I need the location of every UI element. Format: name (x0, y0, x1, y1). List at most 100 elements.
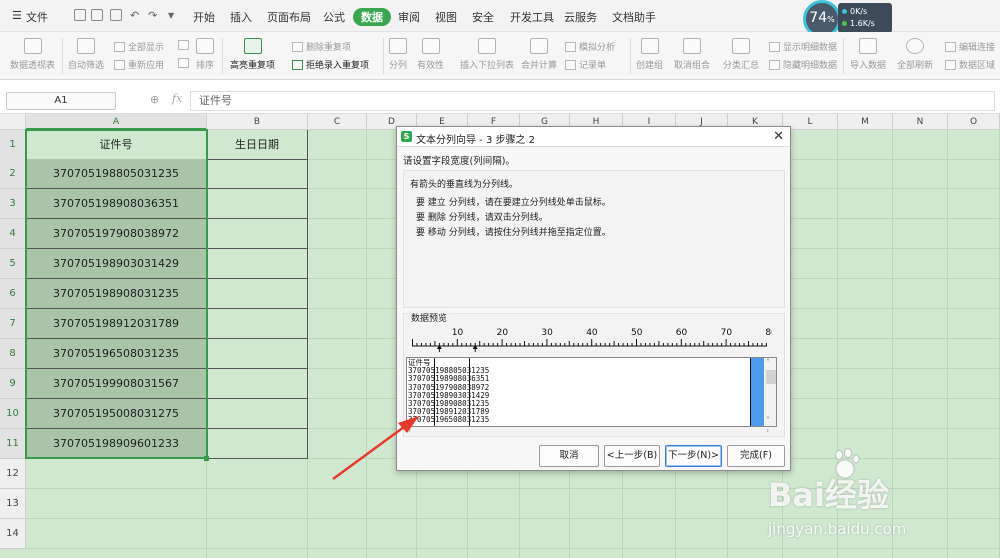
simulate-button[interactable]: 模拟分析 (565, 40, 615, 53)
tab-home[interactable]: 开始 (193, 9, 215, 25)
fx-icon[interactable]: fx (172, 92, 182, 105)
scroll-up-icon[interactable]: ˄ (766, 358, 770, 367)
column-ruler[interactable]: 10 20 30 40 50 60 70 80 (412, 326, 777, 352)
redo-icon[interactable]: ↷ (148, 9, 157, 22)
row-header-2[interactable]: 2 (0, 159, 26, 189)
file-menu[interactable]: 文件 (26, 9, 48, 25)
row-header-9[interactable]: 9 (0, 369, 26, 399)
import-data-button[interactable]: 导入数据 (850, 38, 886, 71)
tab-view[interactable]: 视图 (435, 9, 457, 25)
menu-icon[interactable]: ☰ (12, 9, 22, 22)
create-group-button[interactable]: 创建组 (636, 38, 663, 71)
customize-icon[interactable]: ▼ (168, 11, 174, 20)
record-form-button[interactable]: 记录单 (565, 58, 606, 71)
reapply-button[interactable]: 重新应用 (114, 58, 164, 71)
column-break-line[interactable] (434, 358, 435, 426)
cell-a7[interactable]: 370705198912031789 (26, 309, 207, 339)
select-all-corner[interactable] (0, 114, 26, 130)
cell-b8[interactable] (207, 339, 308, 369)
cell-b9[interactable] (207, 369, 308, 399)
sort-desc-icon[interactable] (178, 58, 192, 68)
fill-handle[interactable] (204, 456, 209, 461)
row-header-4[interactable]: 4 (0, 219, 26, 249)
row-header-6[interactable]: 6 (0, 279, 26, 309)
hide-detail-button[interactable]: 隐藏明细数据 (769, 58, 837, 71)
scroll-left-icon[interactable]: ‹ (408, 426, 411, 435)
insert-dropdown-button[interactable]: 插入下拉列表 (460, 38, 514, 71)
print-icon[interactable] (91, 9, 103, 21)
column-header-l[interactable]: L (783, 114, 838, 130)
column-header-n[interactable]: N (893, 114, 948, 130)
show-detail-button[interactable]: 显示明细数据 (769, 40, 837, 53)
refresh-all-button[interactable]: 全部刷新 (897, 38, 933, 71)
back-button[interactable]: <上一步(B) (604, 445, 660, 467)
sort-asc-icon[interactable] (178, 40, 192, 50)
column-break-line[interactable] (469, 358, 470, 426)
row-header-14[interactable]: 14 (0, 519, 26, 549)
edit-links-button[interactable]: 编辑连接 (945, 40, 995, 53)
tab-page-layout[interactable]: 页面布局 (267, 9, 311, 25)
data-region-button[interactable]: 数据区域 (945, 58, 995, 71)
cell-a2[interactable]: 370705198805031235 (26, 159, 207, 189)
row-header-1[interactable]: 1 (0, 130, 26, 160)
row-header-10[interactable]: 10 (0, 399, 26, 429)
tab-cloud[interactable]: 云服务 (564, 9, 597, 25)
cell-a6[interactable]: 370705198908031235 (26, 279, 207, 309)
save-icon[interactable] (74, 9, 86, 21)
row-header-3[interactable]: 3 (0, 189, 26, 219)
formula-input[interactable]: 证件号 (190, 91, 995, 111)
cell-b10[interactable] (207, 399, 308, 429)
cell-a9[interactable]: 370705199908031567 (26, 369, 207, 399)
consolidate-button[interactable]: 合并计算 (521, 38, 557, 71)
cell-a5[interactable]: 370705198903031429 (26, 249, 207, 279)
highlight-duplicates-button[interactable]: 高亮重复项 (230, 38, 275, 71)
column-header-o[interactable]: O (948, 114, 1000, 130)
subtotal-button[interactable]: 分类汇总 (723, 38, 759, 71)
tab-security[interactable]: 安全 (472, 9, 494, 25)
autofilter-button[interactable]: 自动筛选 (68, 38, 104, 71)
row-header-8[interactable]: 8 (0, 339, 26, 369)
close-icon[interactable]: ✕ (773, 129, 784, 144)
scroll-thumb[interactable] (766, 370, 776, 384)
cell-a3[interactable]: 370705198908036351 (26, 189, 207, 219)
column-header-a[interactable]: A (26, 114, 207, 130)
next-button[interactable]: 下一步(N)> (665, 445, 722, 467)
pivot-table-button[interactable]: 数据透视表 (10, 38, 55, 71)
cell-b3[interactable] (207, 189, 308, 219)
row-header-5[interactable]: 5 (0, 249, 26, 279)
reject-duplicates-button[interactable]: 拒绝录入重复项 (292, 58, 369, 71)
preview-vertical-scrollbar[interactable]: ˄ ˅ (765, 358, 776, 426)
cell-b6[interactable] (207, 279, 308, 309)
preview-icon[interactable] (110, 9, 122, 21)
column-header-c[interactable]: C (308, 114, 367, 130)
column-header-b[interactable]: B (207, 114, 308, 130)
cell-a10[interactable]: 370705195008031275 (26, 399, 207, 429)
scroll-right-icon[interactable]: › (766, 426, 769, 435)
row-header-12[interactable]: 12 (0, 459, 26, 489)
cell-b1[interactable]: 生日日期 (207, 130, 308, 160)
row-header-13[interactable]: 13 (0, 489, 26, 519)
show-all-button[interactable]: 全部显示 (114, 40, 164, 53)
cell-a8[interactable]: 370705196508031235 (26, 339, 207, 369)
zoom-icon[interactable]: ⊕ (150, 93, 159, 106)
cell-b7[interactable] (207, 309, 308, 339)
tab-doc-assistant[interactable]: 文档助手 (612, 9, 656, 25)
sort-button[interactable]: 排序 (196, 38, 214, 71)
cell-b4[interactable] (207, 219, 308, 249)
delete-duplicates-button[interactable]: 删除重复项 (292, 40, 351, 53)
validity-button[interactable]: 有效性 (417, 38, 444, 71)
cell-a11[interactable]: 370705198909601233 (26, 429, 207, 459)
split-column-button[interactable]: 分列 (389, 38, 407, 71)
row-header-11[interactable]: 11 (0, 429, 26, 459)
cell-a4[interactable]: 370705197908038972 (26, 219, 207, 249)
column-header-m[interactable]: M (838, 114, 893, 130)
tab-data[interactable]: 数据 (353, 8, 391, 26)
scroll-down-icon[interactable]: ˅ (766, 416, 770, 425)
row-header-7[interactable]: 7 (0, 309, 26, 339)
cell-b2[interactable] (207, 159, 308, 189)
name-box[interactable]: A1 (6, 92, 116, 110)
tab-developer[interactable]: 开发工具 (510, 9, 554, 25)
cell-a1[interactable]: 证件号 (26, 130, 207, 160)
preview-box[interactable]: 证件号 370705198805031235 370705198908036351 3… (406, 357, 777, 427)
finish-button[interactable]: 完成(F) (727, 445, 785, 467)
